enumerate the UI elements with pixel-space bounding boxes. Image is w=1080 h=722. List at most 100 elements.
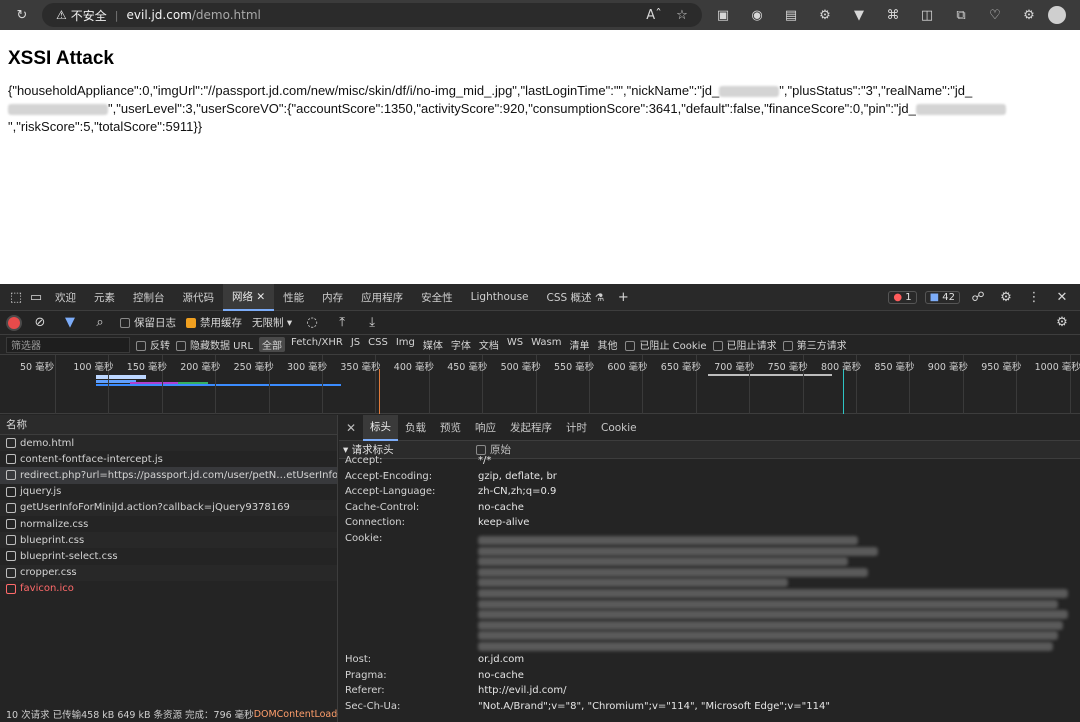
request-row[interactable]: normalize.css — [0, 516, 337, 532]
security-label[interactable]: 不安全 — [71, 7, 107, 24]
puzzle-icon[interactable]: ⌘ — [882, 5, 904, 25]
devtools-tab[interactable]: CSS 概述 ⚗ — [538, 284, 614, 311]
devtools-tab[interactable]: 网络 ✕ — [223, 283, 275, 311]
vue-extension-icon[interactable]: ▼ — [848, 5, 870, 25]
type-filter-chip[interactable]: Wasm — [529, 337, 563, 352]
close-devtools-icon[interactable]: ✕ — [1052, 287, 1072, 307]
hide-data-urls-checkbox[interactable]: 隐藏数据 URL — [176, 337, 253, 352]
request-row[interactable]: redirect.php?url=https://passport.jd.com… — [0, 467, 337, 484]
name-column-header[interactable]: 名称 — [0, 415, 337, 435]
upload-icon[interactable]: ⤒ — [332, 313, 352, 333]
window-extension-icon[interactable]: ▤ — [780, 5, 802, 25]
wifi-icon[interactable]: ◌ — [302, 313, 322, 333]
request-row[interactable]: blueprint.css — [0, 532, 337, 549]
extension-icon[interactable]: ▣ — [712, 5, 734, 25]
network-overview-timeline[interactable]: 50 毫秒 100 毫秒 150 毫秒 200 毫秒 250 毫秒 300 毫秒 350 毫… — [0, 355, 1080, 414]
devtools-tab[interactable]: 安全性 — [412, 284, 462, 311]
header-value: no-cache — [478, 669, 524, 681]
status-dcl: DOMContentLoaded — [253, 708, 338, 720]
detail-tab[interactable]: 负载 — [398, 415, 433, 441]
type-filter-chip[interactable]: 其他 — [595, 337, 619, 352]
detail-tab[interactable]: 标头 — [363, 414, 398, 441]
type-filter-chip[interactable]: 字体 — [449, 337, 473, 352]
timeline-tick: 150 毫秒 — [126, 362, 167, 373]
detail-tab[interactable]: 发起程序 — [503, 415, 559, 441]
device-toggle-icon[interactable]: ▭ — [26, 287, 46, 307]
devtools-tab[interactable]: 性能 — [274, 284, 313, 311]
request-row[interactable]: getUserInfoForMiniJd.action?callback=jQu… — [0, 499, 337, 516]
type-filter-chip[interactable]: JS — [349, 337, 362, 352]
address-bar[interactable]: ⚠ 不安全 | evil.jd.com /demo.html Aˆ ☆ — [42, 3, 702, 27]
request-rows: demo.html content-fontface-intercept.js re… — [0, 435, 337, 597]
blocked-cookies-checkbox[interactable]: 已阻止 Cookie — [625, 337, 707, 352]
link-icon[interactable]: ☍ — [968, 287, 988, 307]
record-button[interactable] — [8, 316, 20, 329]
devtools-tab[interactable]: 源代码 — [174, 284, 224, 311]
network-settings-icon[interactable]: ⚙ — [1052, 313, 1072, 333]
request-headers-section[interactable]: ▾ 请求标头 原始 — [339, 441, 1080, 459]
request-row[interactable]: favicon.ico — [0, 581, 337, 597]
request-row[interactable]: blueprint-select.css — [0, 548, 337, 564]
request-row[interactable]: cropper.css — [0, 564, 337, 581]
devtools-tab[interactable]: 应用程序 — [352, 284, 412, 311]
detail-tab[interactable]: 预览 — [433, 415, 468, 441]
search-icon[interactable]: ⌕ — [90, 313, 110, 333]
json-part-2: ","plusStatus":"3","realName":"jd_ — [779, 83, 973, 98]
devtools-tab[interactable]: 控制台 — [124, 284, 174, 311]
devtools-tab[interactable]: Lighthouse — [462, 284, 538, 311]
timeline-tick: 800 毫秒 — [821, 362, 862, 373]
request-row[interactable]: content-fontface-intercept.js — [0, 451, 337, 467]
error-badge[interactable]: ● 1 — [888, 290, 917, 304]
type-filter-chip[interactable]: CSS — [366, 337, 390, 352]
clear-icon[interactable]: ⊘ — [30, 313, 50, 333]
circle-extension-icon[interactable]: ◉ — [746, 5, 768, 25]
type-filter-chip[interactable]: 媒体 — [421, 337, 445, 352]
timeline-tick: 950 毫秒 — [981, 362, 1022, 373]
disable-cache-checkbox[interactable]: 禁用缓存 — [186, 315, 242, 330]
detail-tab[interactable]: 计时 — [559, 415, 594, 441]
message-badge[interactable]: ■ 42 — [924, 290, 960, 304]
warning-icon: ⚠ — [56, 8, 67, 22]
devtools-settings-icon[interactable]: ⚙ — [996, 287, 1016, 307]
throttle-select[interactable]: 无限制 ▾ — [252, 315, 292, 330]
profile-avatar[interactable] — [1048, 6, 1066, 24]
reload-icon[interactable]: ↻ — [12, 5, 32, 25]
close-detail-icon[interactable]: ✕ — [339, 421, 363, 435]
devtools-tab[interactable]: 元素 — [85, 284, 124, 311]
third-party-checkbox[interactable]: 第三方请求 — [782, 337, 847, 352]
filter-icon[interactable]: ▼ — [60, 313, 80, 333]
type-filter-chip[interactable]: Img — [394, 337, 417, 352]
filter-input[interactable]: 筛选器 — [6, 336, 130, 353]
redacted-cookie-line — [478, 642, 1053, 651]
page-title: XSSI Attack — [8, 48, 114, 69]
detail-tab[interactable]: Cookie — [594, 415, 644, 441]
preserve-log-checkbox[interactable]: 保留日志 — [120, 315, 176, 330]
heart-icon[interactable]: ♡ — [984, 5, 1006, 25]
request-row[interactable]: demo.html — [0, 435, 337, 452]
invert-checkbox[interactable]: 反转 — [136, 337, 170, 352]
more-icon[interactable]: ⋮ — [1024, 287, 1044, 307]
split-screen-icon[interactable]: ◫ — [916, 5, 938, 25]
blocked-requests-checkbox[interactable]: 已阻止请求 — [712, 337, 777, 352]
file-icon — [6, 567, 16, 578]
type-filter-chip[interactable]: Fetch/XHR — [289, 337, 345, 352]
devtools-tab[interactable]: 内存 — [313, 284, 352, 311]
devtools-tab[interactable]: 欢迎 — [46, 284, 85, 311]
type-filter-chip[interactable]: WS — [505, 337, 525, 352]
type-filter-chip[interactable]: 文档 — [477, 337, 501, 352]
request-list: 名称 demo.html content-fontface-intercept.j… — [0, 415, 338, 722]
detail-tab[interactable]: 响应 — [468, 415, 503, 441]
header-value: gzip, deflate, br — [478, 470, 557, 482]
type-filter-chip[interactable]: 全部 — [259, 337, 286, 352]
gear-extension-icon[interactable]: ⚙ — [814, 5, 836, 25]
add-tab-icon[interactable]: + — [613, 287, 633, 307]
download-icon[interactable]: ⤓ — [362, 313, 382, 333]
collections-icon[interactable]: ⧉ — [950, 5, 972, 25]
settings-icon[interactable]: ⚙ — [1018, 5, 1040, 25]
request-row[interactable]: jquery.js — [0, 484, 337, 500]
type-filter-chip[interactable]: 清单 — [567, 337, 591, 352]
favorite-star-icon[interactable]: ☆ — [672, 5, 692, 25]
inspect-icon[interactable]: ⬚ — [6, 287, 26, 307]
read-aloud-icon[interactable]: Aˆ — [644, 5, 664, 25]
url-path: /demo.html — [191, 8, 261, 22]
